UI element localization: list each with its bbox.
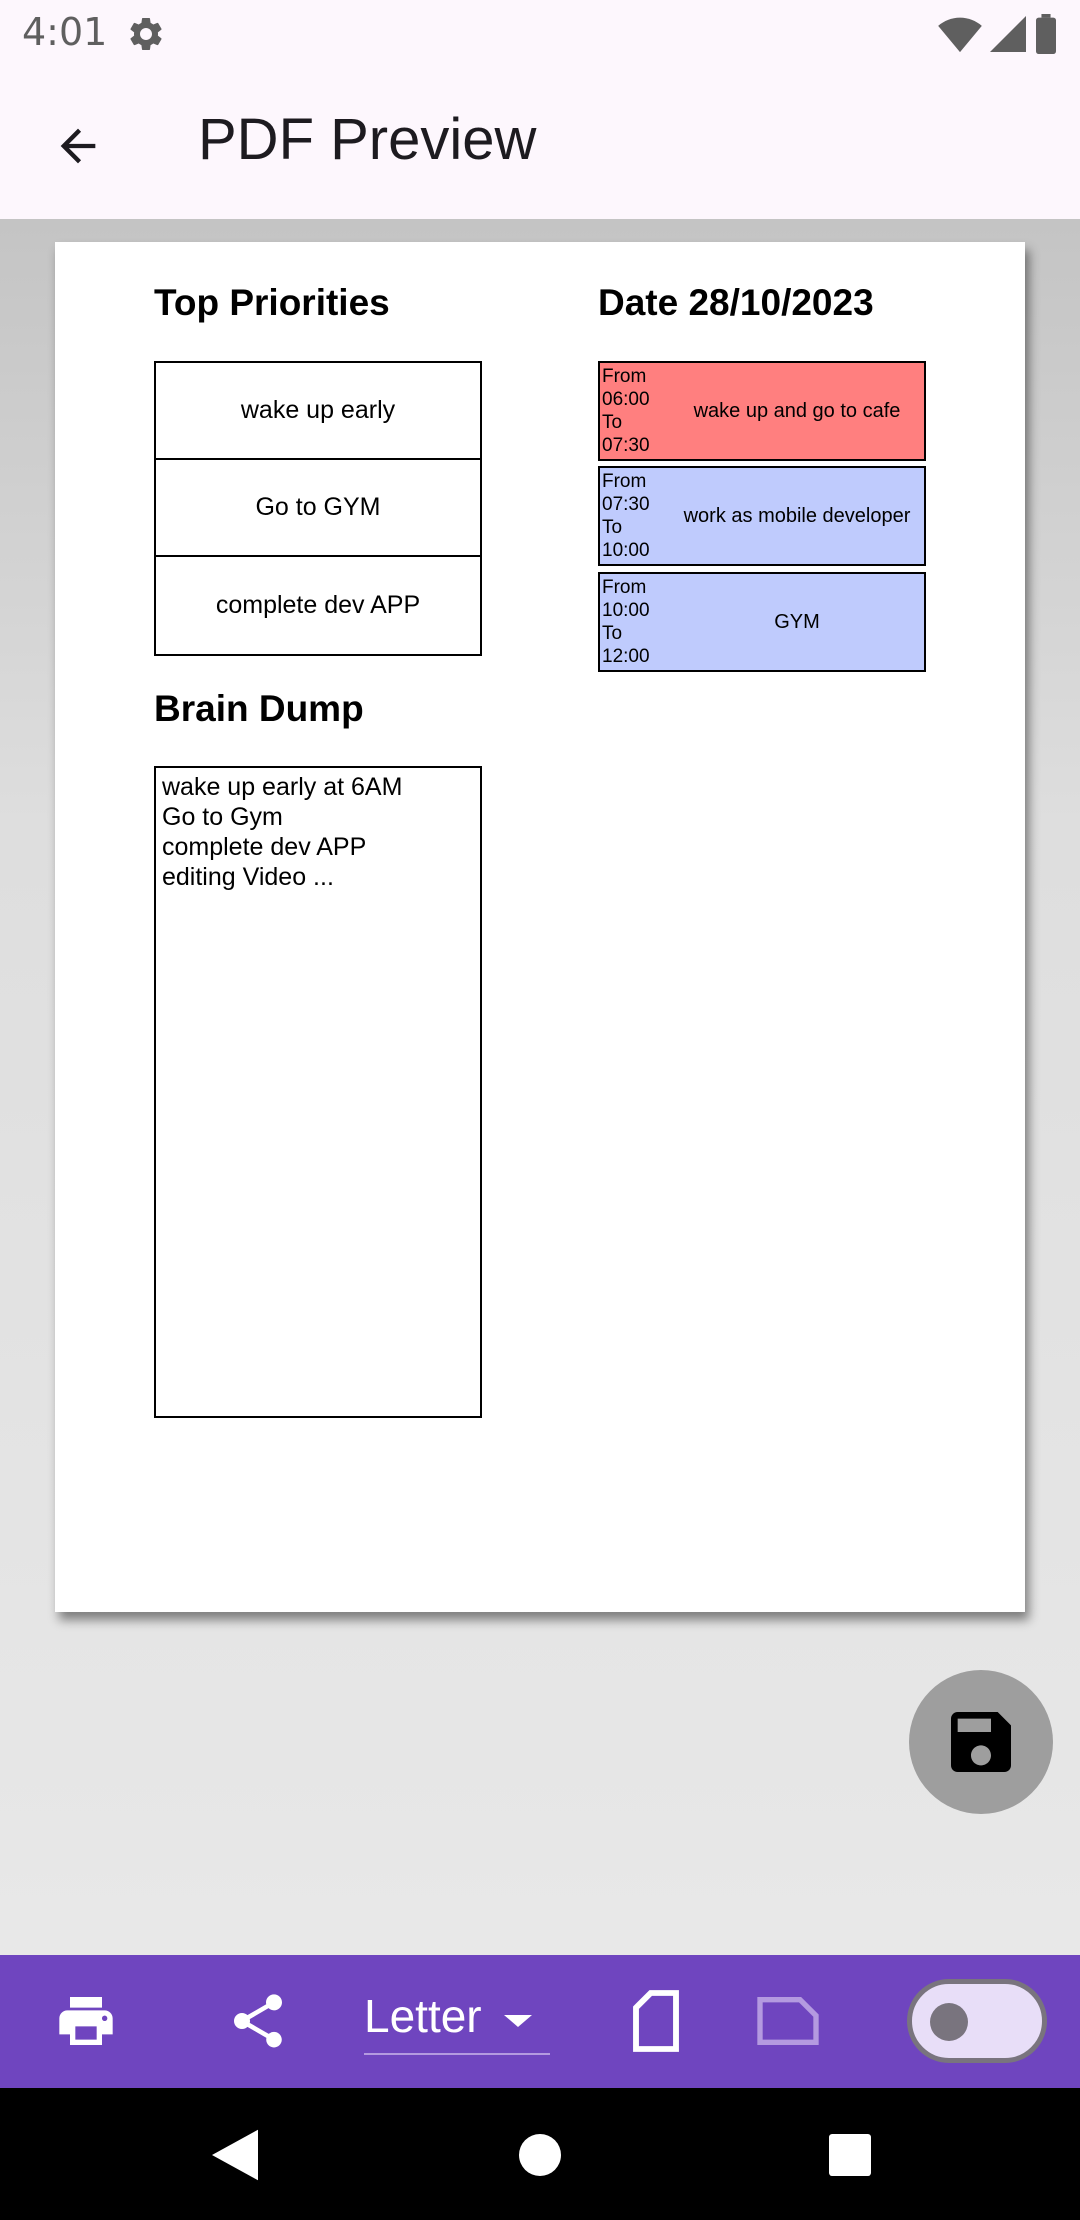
schedule-task: GYM [774, 610, 820, 633]
status-time: 4:01 [22, 10, 108, 54]
nav-recents-icon [829, 2134, 871, 2176]
battery-icon [1036, 14, 1056, 54]
print-icon [59, 1997, 113, 2045]
priority-item: Go to GYM [156, 460, 480, 557]
app-bar: PDF Preview [0, 66, 1080, 219]
priorities-table: wake up early Go to GYM complete dev APP [154, 361, 482, 656]
schedule-task: wake up and go to cafe [693, 399, 901, 422]
pdf-preview-area[interactable]: Top Priorities wake up early Go to GYM c… [0, 219, 1080, 1955]
status-icons [938, 14, 1058, 54]
page-title: PDF Preview [198, 107, 537, 172]
schedule-task: work as mobile developer [683, 504, 911, 527]
cell-signal-icon [990, 16, 1026, 52]
nav-back-button[interactable] [200, 2120, 270, 2190]
landscape-button[interactable] [750, 1983, 826, 2059]
date-heading: Date 28/10/2023 [598, 282, 874, 323]
nav-home-button[interactable] [505, 2120, 575, 2190]
portrait-page-icon [633, 1990, 679, 2052]
bottom-toolbar: Letter [0, 1955, 1080, 2088]
status-bar: 4:01 [0, 0, 1080, 66]
save-icon [951, 1712, 1011, 1772]
wifi-icon [938, 17, 982, 53]
settings-gear-icon [130, 17, 162, 50]
share-icon [234, 1994, 282, 2048]
arrow-back-icon [60, 128, 96, 164]
save-button[interactable] [909, 1670, 1053, 1814]
schedule-slot: From 07:30 To 10:00 work as mobile devel… [598, 466, 926, 566]
schedule-slot: From 06:00 To 07:30 wake up and go to ca… [598, 361, 926, 461]
schedule-slot: From 10:00 To 12:00 GYM [598, 572, 926, 672]
priority-item: wake up early [156, 363, 480, 460]
brain-dump-box: wake up early at 6AM Go to Gym complete … [154, 766, 482, 1418]
dropdown-arrow-icon [504, 2015, 532, 2027]
schedule-time: From 06:00 To 07:30 [602, 366, 650, 456]
nav-home-icon [519, 2134, 561, 2176]
nav-back-icon [212, 2129, 258, 2181]
toggle-switch[interactable] [907, 1979, 1047, 2063]
share-button[interactable] [220, 1983, 296, 2059]
page-size-dropdown[interactable]: Letter [364, 1987, 550, 2055]
toggle-knob [930, 2003, 968, 2041]
print-button[interactable] [48, 1983, 124, 2059]
brain-dump-heading: Brain Dump [154, 688, 364, 729]
portrait-button[interactable] [618, 1983, 694, 2059]
schedule-time: From 07:30 To 10:00 [602, 471, 650, 561]
priority-item: complete dev APP [215, 591, 421, 619]
priorities-heading: Top Priorities [154, 282, 390, 323]
page-size-label: Letter [364, 1990, 482, 2042]
schedule-time: From 10:00 To 12:00 [602, 577, 650, 667]
navigation-bar [0, 2088, 1080, 2220]
nav-recents-button[interactable] [815, 2120, 885, 2190]
back-button[interactable] [42, 110, 114, 182]
pdf-page: Top Priorities wake up early Go to GYM c… [55, 242, 1025, 1612]
landscape-page-icon [757, 1997, 819, 2045]
